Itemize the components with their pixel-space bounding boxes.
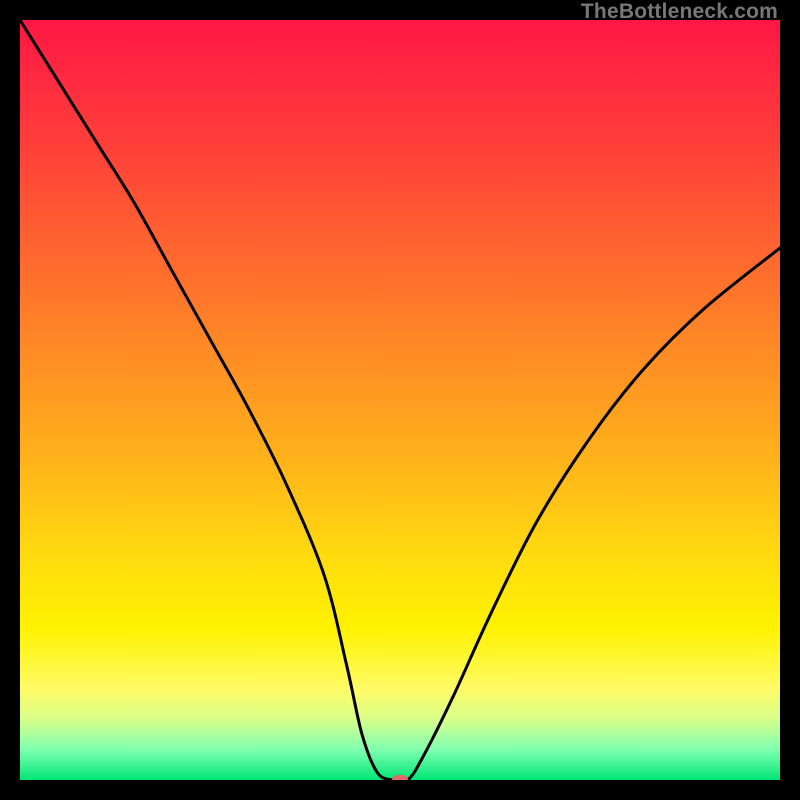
chart-frame: TheBottleneck.com [0,0,800,800]
bottleneck-curve [20,20,780,780]
plot-area [20,20,780,780]
curve-svg [20,20,780,780]
optimal-point-marker [392,775,408,780]
